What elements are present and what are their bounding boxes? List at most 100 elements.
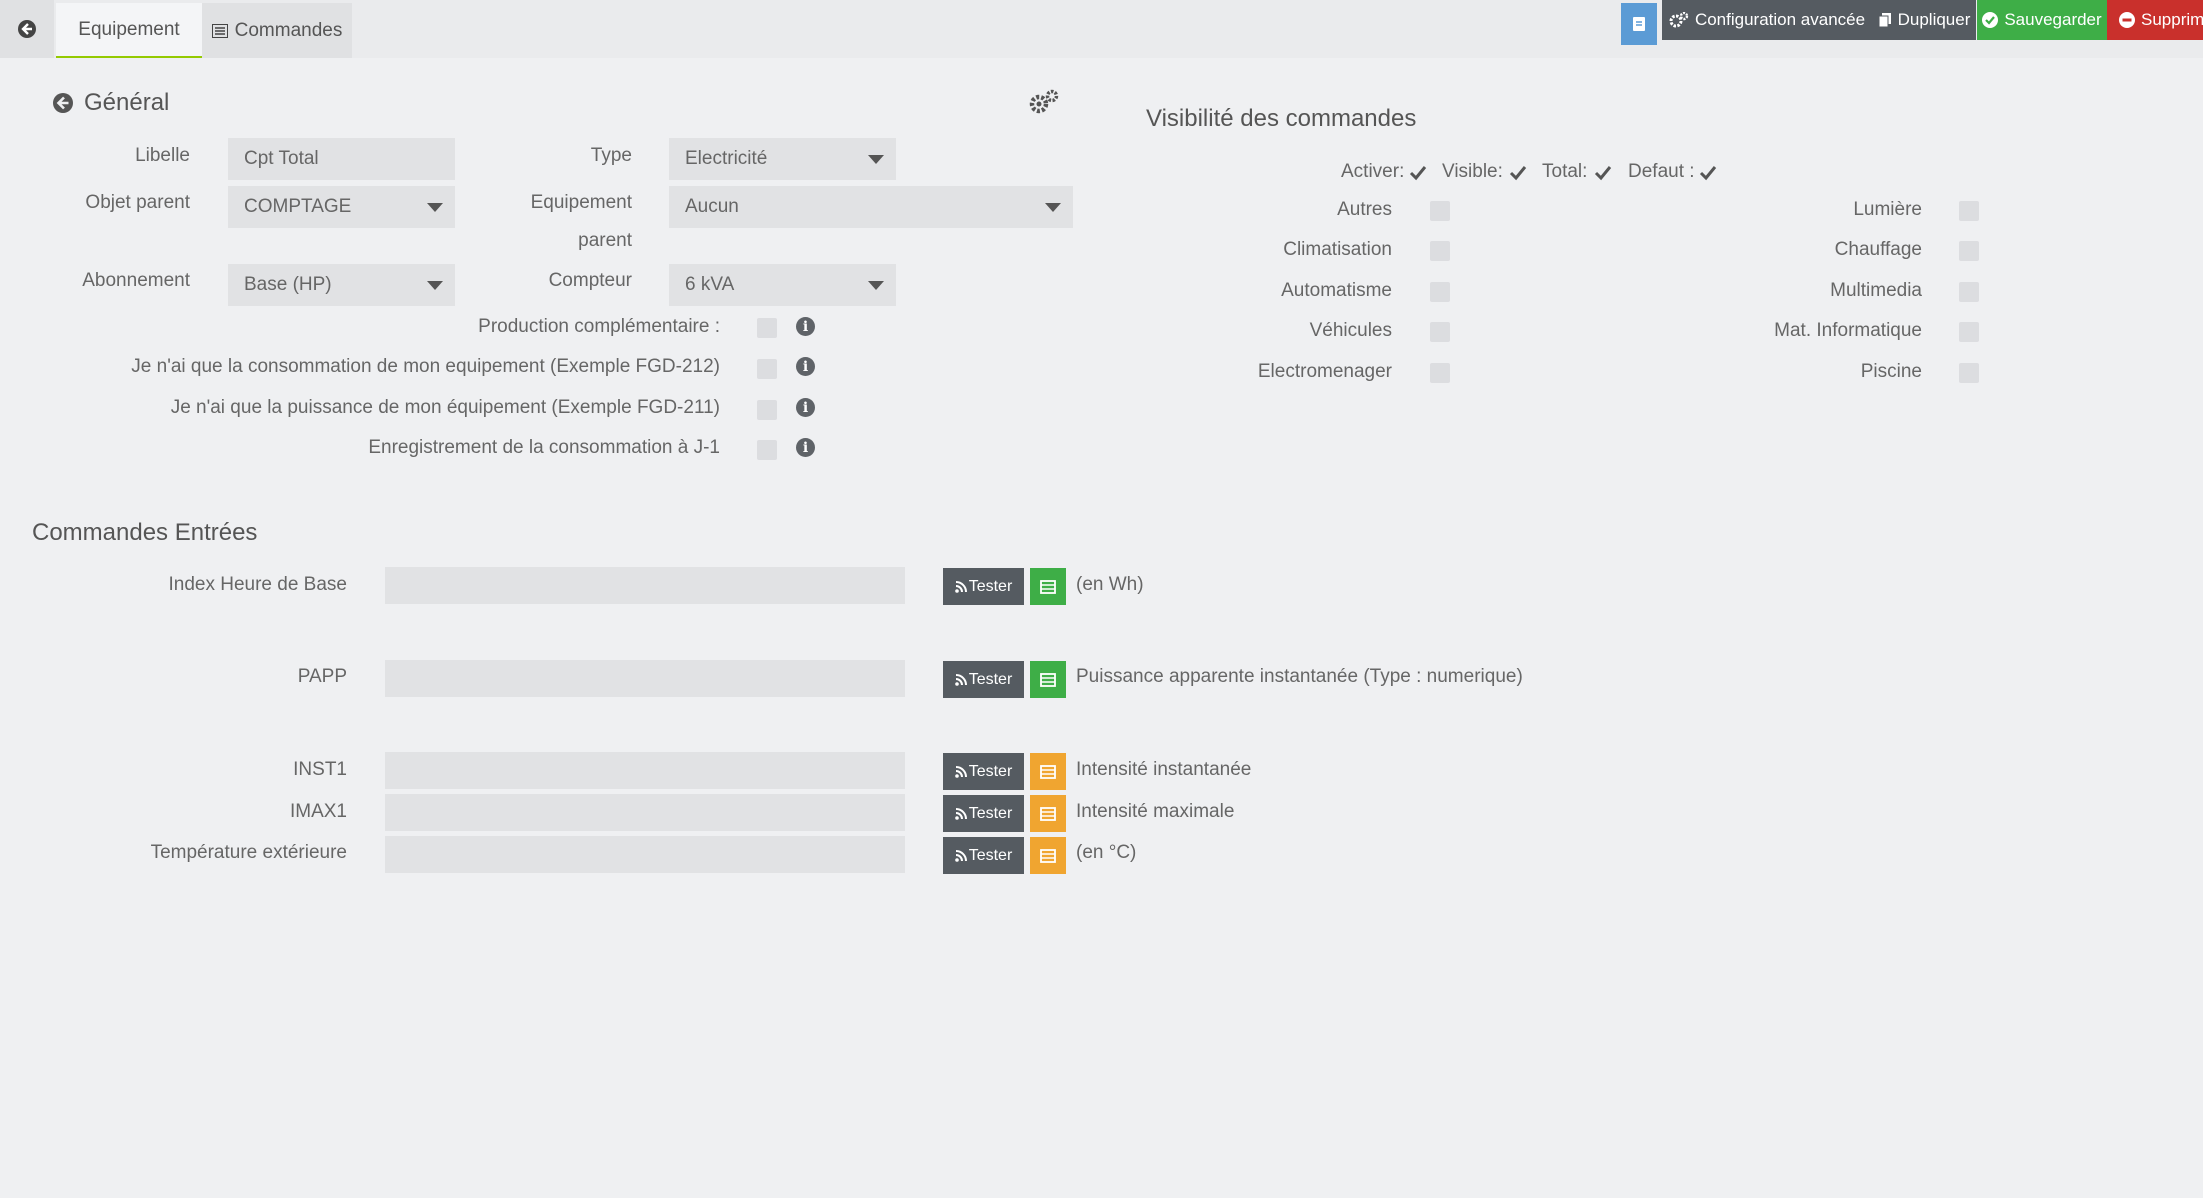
tester-label: Tester <box>968 577 1013 595</box>
tester-button[interactable]: Tester <box>943 753 1024 790</box>
command-description: Intensité maximale <box>1076 801 1235 822</box>
category-checkbox[interactable] <box>1430 322 1450 342</box>
type-select[interactable]: Electricité <box>669 138 896 180</box>
category-checkbox[interactable] <box>1430 241 1450 261</box>
advanced-config-button[interactable]: Configuration avancée <box>1662 0 1872 40</box>
equip-parent-value: Aucun <box>685 196 739 217</box>
tab-equipement-label: Equipement <box>78 18 180 40</box>
general-back-icon[interactable] <box>52 92 74 119</box>
duplicate-button[interactable]: Dupliquer <box>1872 0 1976 40</box>
check-icon[interactable] <box>1593 163 1613 183</box>
category-checkbox[interactable] <box>1959 322 1979 342</box>
advanced-config-label: Configuration avancée <box>1694 10 1866 29</box>
visibilite-title: Visibilité des commandes <box>1146 105 1417 132</box>
category-checkbox[interactable] <box>1430 282 1450 302</box>
option-label: Je n'ai que la consommation de mon equip… <box>131 356 720 377</box>
type-value: Electricité <box>685 148 768 169</box>
option-checkbox[interactable] <box>757 359 777 379</box>
rss-icon <box>954 807 967 820</box>
rss-icon <box>954 849 967 862</box>
history-button[interactable] <box>1030 568 1066 605</box>
tab-equipement[interactable]: Equipement <box>56 3 202 58</box>
info-icon[interactable]: i <box>796 438 815 457</box>
category-label: Chauffage <box>1834 239 1922 260</box>
rss-icon <box>954 765 967 778</box>
save-button[interactable]: Sauvegarder <box>1977 0 2107 40</box>
equip-parent-select[interactable]: Aucun <box>669 186 1073 228</box>
chevron-down-icon <box>427 203 443 212</box>
command-label: INST1 <box>293 759 347 780</box>
tester-button[interactable]: Tester <box>943 568 1024 605</box>
tester-button[interactable]: Tester <box>943 795 1024 832</box>
info-icon[interactable]: i <box>796 357 815 376</box>
command-description: Puissance apparente instantanée (Type : … <box>1076 666 1523 687</box>
tester-label: Tester <box>968 804 1013 822</box>
compteur-select[interactable]: 6 kVA <box>669 264 896 306</box>
category-label: Mat. Informatique <box>1774 320 1922 341</box>
check-circle-icon <box>1982 12 1999 28</box>
category-checkbox[interactable] <box>1430 201 1450 221</box>
option-checkbox[interactable] <box>757 400 777 420</box>
info-icon[interactable]: i <box>796 317 815 336</box>
objet-parent-select[interactable]: COMPTAGE <box>228 186 455 228</box>
table-icon <box>1040 806 1056 821</box>
abonnement-select[interactable]: Base (HP) <box>228 264 455 306</box>
check-icon[interactable] <box>1698 163 1718 183</box>
option-checkbox[interactable] <box>757 440 777 460</box>
option-checkbox[interactable] <box>757 318 777 338</box>
chevron-down-icon <box>868 281 884 290</box>
libelle-input[interactable]: Cpt Total <box>228 138 455 180</box>
command-description: (en °C) <box>1076 842 1137 863</box>
category-checkbox[interactable] <box>1959 241 1979 261</box>
command-input[interactable] <box>385 752 905 789</box>
documentation-button[interactable] <box>1621 3 1657 45</box>
equipment-config-icon[interactable] <box>1029 89 1059 120</box>
libelle-label: Libelle <box>135 145 190 166</box>
minus-circle-icon <box>2119 12 2135 28</box>
tester-button[interactable]: Tester <box>943 837 1024 874</box>
general-title: Général <box>84 89 170 116</box>
command-input[interactable] <box>385 567 905 604</box>
history-button[interactable] <box>1030 661 1066 698</box>
history-button[interactable] <box>1030 753 1066 790</box>
category-label: Climatisation <box>1283 239 1392 260</box>
tester-button[interactable]: Tester <box>943 661 1024 698</box>
delete-button[interactable]: Supprime <box>2107 0 2203 40</box>
chevron-down-icon <box>427 281 443 290</box>
category-checkbox[interactable] <box>1959 363 1979 383</box>
abonnement-label: Abonnement <box>82 270 190 291</box>
category-checkbox[interactable] <box>1430 363 1450 383</box>
copy-icon <box>1878 13 1891 28</box>
category-checkbox[interactable] <box>1959 201 1979 221</box>
category-label: Lumière <box>1853 199 1922 220</box>
chevron-down-icon <box>868 155 884 164</box>
category-checkbox[interactable] <box>1959 282 1979 302</box>
visible-label: Visible: <box>1442 161 1503 182</box>
rss-icon <box>954 673 967 686</box>
category-label: Piscine <box>1860 361 1922 382</box>
command-input[interactable] <box>385 660 905 697</box>
commandes-title: Commandes Entrées <box>32 519 258 546</box>
tab-commandes[interactable]: Commandes <box>202 3 352 58</box>
check-icon[interactable] <box>1508 163 1528 183</box>
info-icon[interactable]: i <box>796 398 815 417</box>
compteur-label: Compteur <box>548 270 632 291</box>
back-button[interactable] <box>0 0 54 58</box>
category-label: Automatisme <box>1281 280 1392 301</box>
command-input[interactable] <box>385 794 905 831</box>
history-button[interactable] <box>1030 795 1066 832</box>
history-button[interactable] <box>1030 837 1066 874</box>
category-label: Véhicules <box>1309 320 1392 341</box>
equip-parent-label-1: Equipement <box>530 192 632 213</box>
command-description: (en Wh) <box>1076 574 1144 595</box>
arrow-left-circle-icon <box>53 93 73 113</box>
command-label: Index Heure de Base <box>168 574 347 595</box>
objet-parent-label: Objet parent <box>85 192 190 213</box>
list-icon <box>211 23 228 38</box>
option-label: Je n'ai que la puissance de mon équipeme… <box>170 397 720 418</box>
check-icon[interactable] <box>1408 163 1428 183</box>
libelle-value: Cpt Total <box>244 148 319 169</box>
option-label: Enregistrement de la consommation à J-1 <box>368 437 720 458</box>
command-input[interactable] <box>385 836 905 873</box>
command-description: Intensité instantanée <box>1076 759 1252 780</box>
